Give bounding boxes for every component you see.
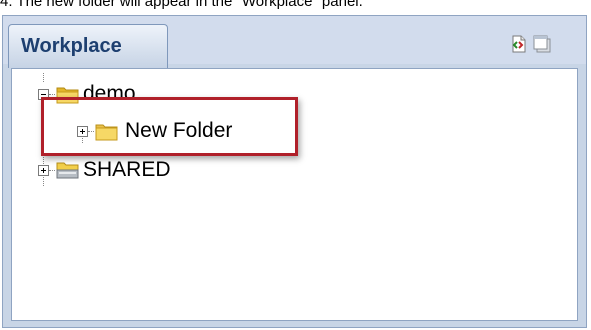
tree-connector <box>49 93 55 95</box>
tab-workplace-label: Workplace <box>21 35 122 57</box>
shared-folder-icon <box>56 162 79 179</box>
tree-connector <box>43 73 44 82</box>
window-icon <box>533 35 551 53</box>
window-button[interactable] <box>531 33 553 55</box>
tree-node-shared[interactable]: SHARED <box>38 159 171 181</box>
tree-node-label: SHARED <box>83 158 171 181</box>
tree-connector <box>49 169 55 171</box>
workplace-panel: Workplace demo New Folder SHARED <box>2 15 587 328</box>
tab-workplace[interactable]: Workplace <box>8 24 168 68</box>
panel-tabbar: Workplace <box>3 16 586 68</box>
instruction-caption: 4. The new folder will appear in the "Wo… <box>0 0 363 10</box>
expand-icon[interactable] <box>38 164 49 176</box>
refresh-button[interactable] <box>507 33 529 55</box>
refresh-icon <box>512 35 526 53</box>
new-folder-highlight <box>41 97 298 156</box>
